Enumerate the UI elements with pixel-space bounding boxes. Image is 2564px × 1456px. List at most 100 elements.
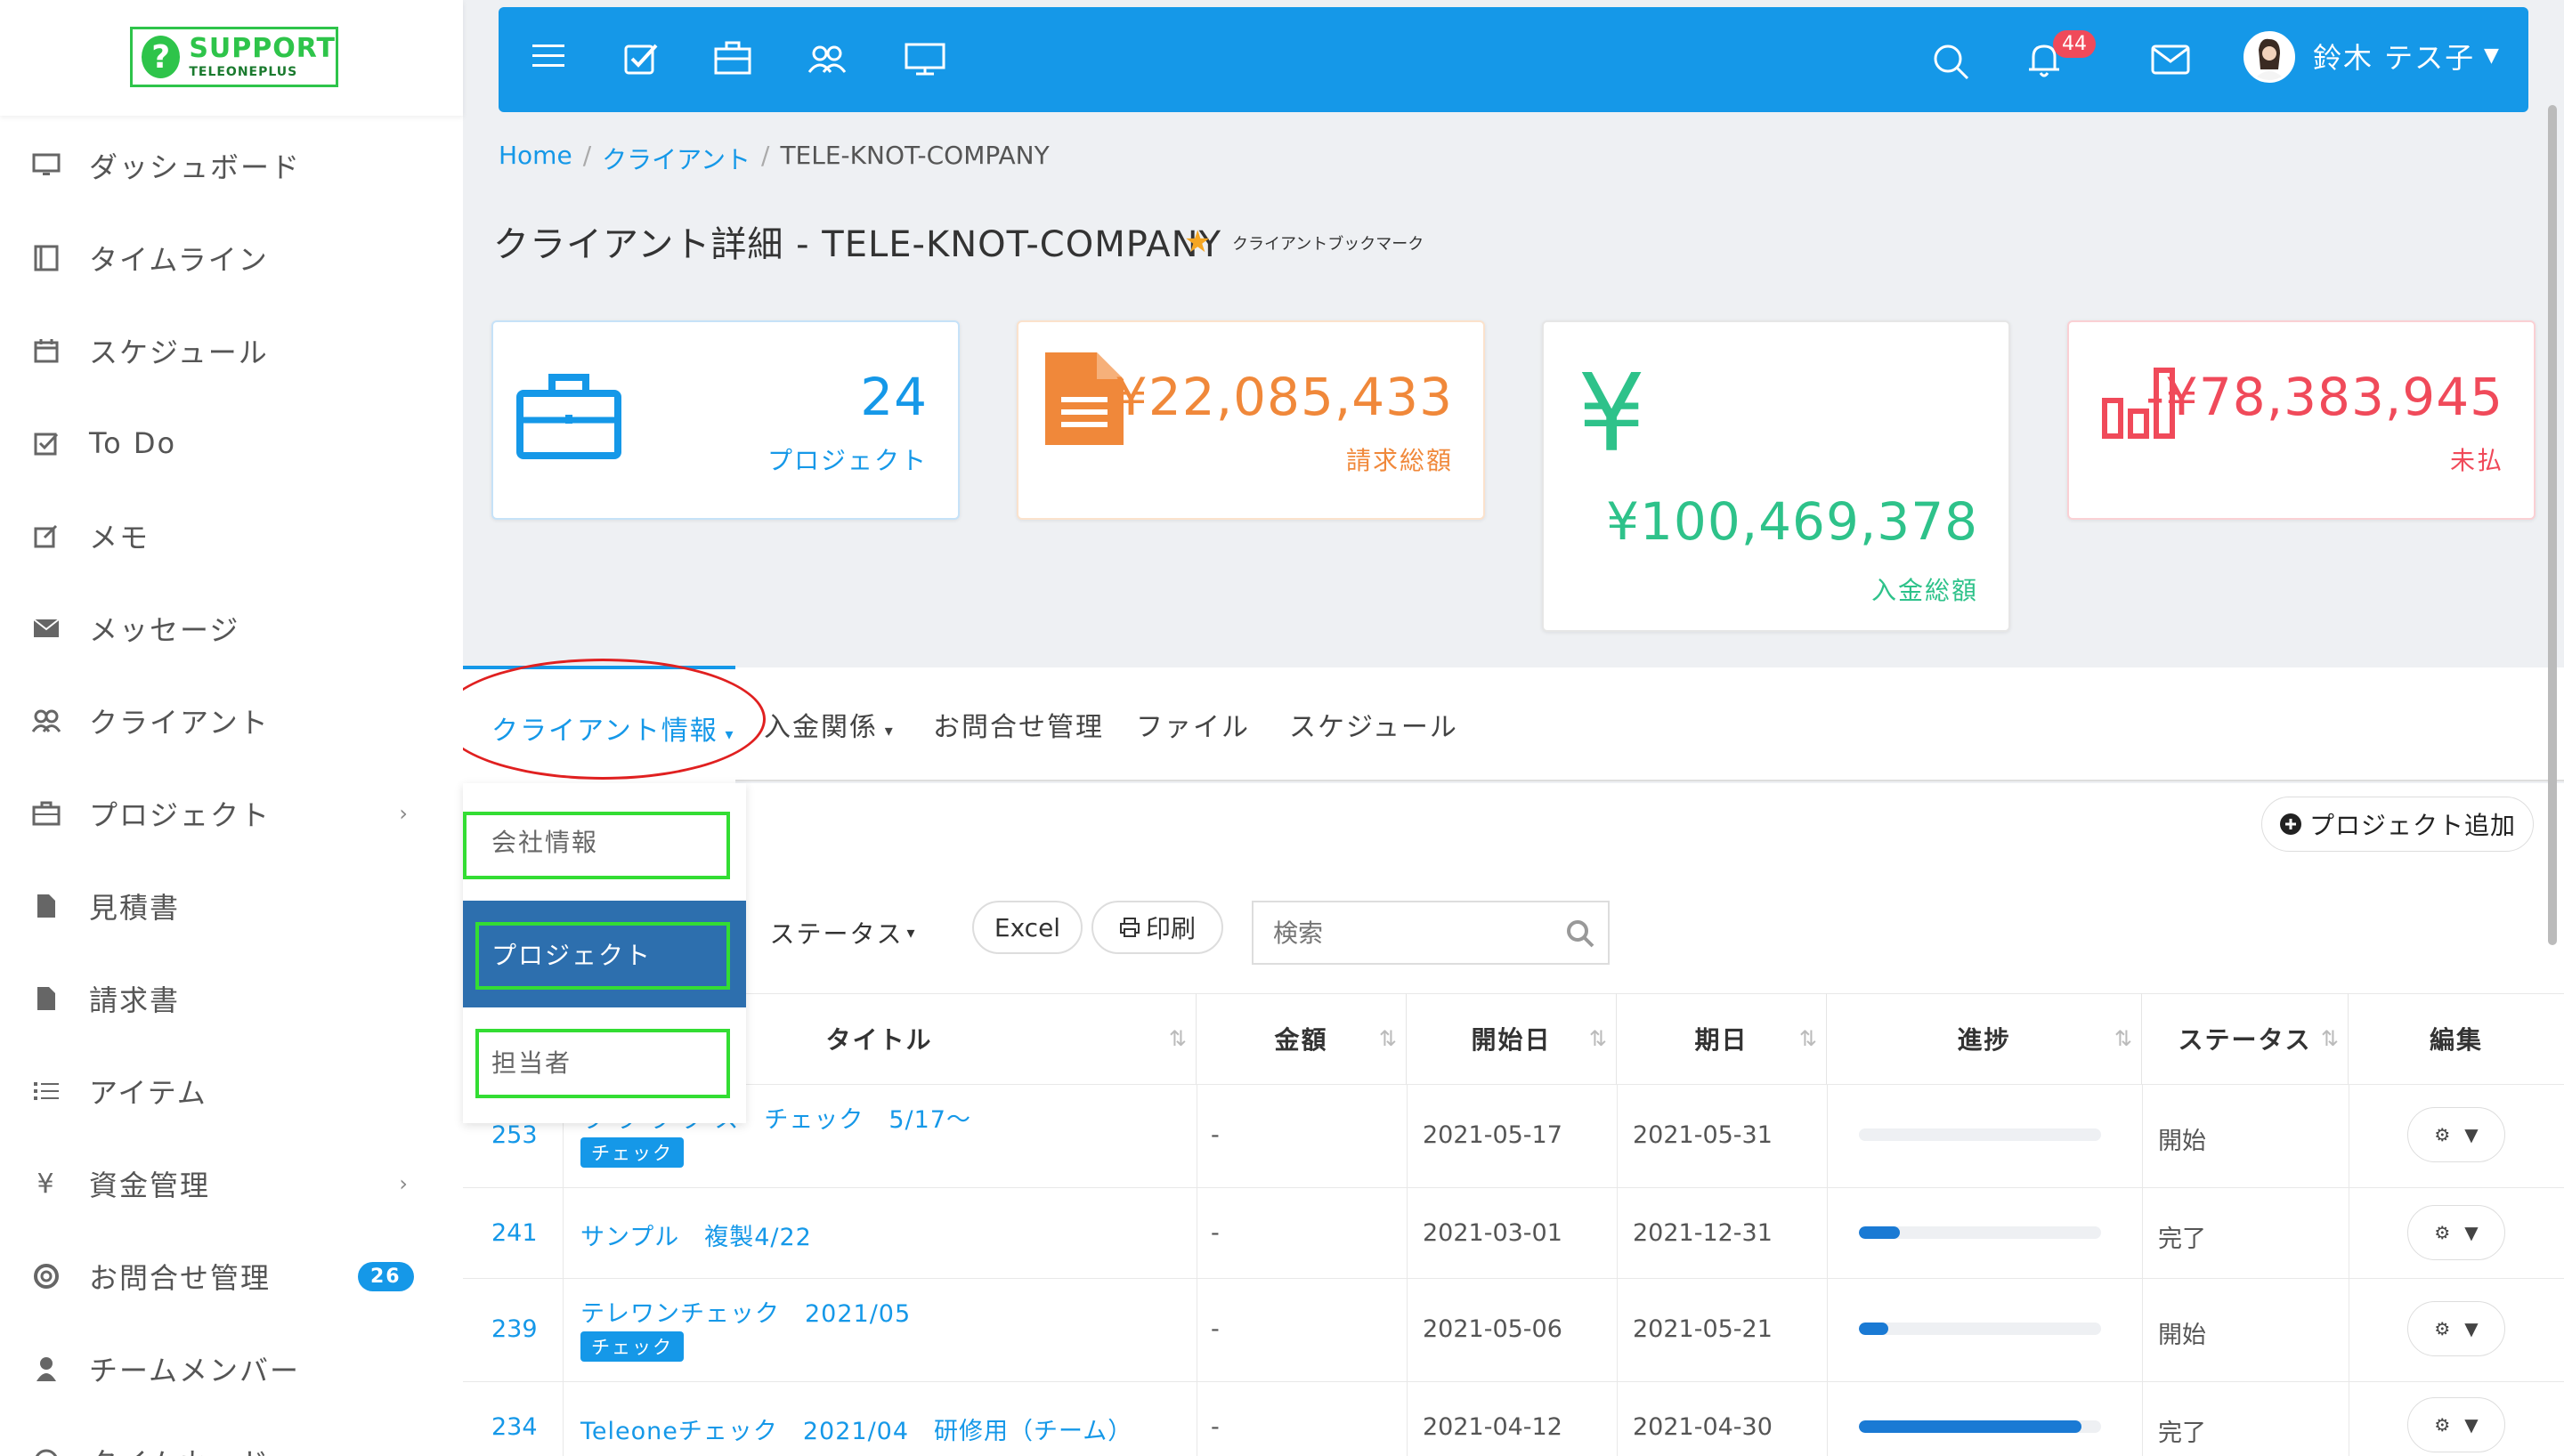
breadcrumb-client[interactable]: クライアント bbox=[602, 141, 751, 176]
sidebar-item-timecard[interactable]: タイムカード bbox=[0, 1435, 463, 1456]
file-text-icon bbox=[1045, 352, 1124, 445]
column-header-label: 金額 bbox=[1274, 1025, 1328, 1055]
row-actions-button[interactable]: ⚙ ▼ bbox=[2407, 1107, 2505, 1162]
envelope-icon bbox=[30, 612, 62, 644]
caret-down-icon: ▼ bbox=[2464, 1124, 2479, 1145]
start-date-cell: 2021-04-12 bbox=[1423, 1413, 1562, 1441]
sort-icon: ⇅ bbox=[2320, 1026, 2341, 1051]
amount-cell: - bbox=[1211, 1315, 1220, 1343]
tab-schedule[interactable]: スケジュール bbox=[1289, 705, 1458, 744]
column-header-label: 編集 bbox=[2429, 1025, 2483, 1055]
project-title-link[interactable]: テレワンチェック 2021/05 bbox=[580, 1294, 911, 1329]
sidebar-item-invoice[interactable]: 請求書 bbox=[0, 972, 463, 1025]
project-id-link[interactable]: 253 bbox=[491, 1121, 538, 1149]
question-icon: ? bbox=[142, 36, 181, 78]
tab-payments[interactable]: 入金関係 ▾ bbox=[764, 705, 895, 744]
column-header-progress[interactable]: 進捗 ⇅ bbox=[1827, 993, 2142, 1084]
project-count: 24 bbox=[860, 367, 928, 427]
briefcase-icon bbox=[30, 797, 62, 829]
sidebar-item-label: メッセージ bbox=[89, 613, 240, 647]
column-header-amount[interactable]: 金額 ⇅ bbox=[1197, 993, 1407, 1084]
project-title-link[interactable]: サンプル 複製4/22 bbox=[580, 1217, 812, 1252]
project-id-link[interactable]: 234 bbox=[491, 1413, 538, 1441]
hamburger-menu-icon[interactable] bbox=[531, 41, 568, 78]
caret-down-icon[interactable]: ▼ bbox=[2484, 44, 2499, 67]
column-header-due-date[interactable]: 期日 ⇅ bbox=[1617, 993, 1827, 1084]
top-navbar bbox=[499, 7, 2528, 112]
sort-icon: ⇅ bbox=[1378, 1026, 1399, 1051]
sidebar-item-schedule[interactable]: スケジュール bbox=[0, 324, 463, 377]
bookmark-label[interactable]: クライアントブックマーク bbox=[1232, 231, 1424, 255]
envelope-icon[interactable] bbox=[2151, 44, 2190, 82]
tab-files[interactable]: ファイル bbox=[1136, 705, 1250, 744]
sidebar-item-label: アイテム bbox=[89, 1076, 207, 1110]
sidebar-item-todo[interactable]: To Do bbox=[0, 417, 463, 470]
inquiry-count-badge: 26 bbox=[358, 1261, 414, 1291]
sidebar-item-label: チームメンバー bbox=[89, 1354, 301, 1387]
breadcrumb-home[interactable]: Home bbox=[499, 141, 572, 176]
sidebar-item-message[interactable]: メッセージ bbox=[0, 602, 463, 655]
users-icon[interactable] bbox=[807, 44, 847, 82]
status-filter-dropdown[interactable]: ステータス ▾ bbox=[748, 901, 937, 965]
search-input[interactable] bbox=[1273, 918, 1540, 948]
start-date-cell: 2021-05-06 bbox=[1423, 1315, 1562, 1343]
project-id-link[interactable]: 239 bbox=[491, 1315, 538, 1343]
caret-down-icon: ▾ bbox=[906, 923, 915, 942]
amount-cell: - bbox=[1211, 1413, 1220, 1441]
gear-icon: ⚙ bbox=[2434, 1318, 2451, 1339]
row-actions-button[interactable]: ⚙ ▼ bbox=[2407, 1205, 2505, 1260]
sidebar-item-label: メモ bbox=[89, 521, 150, 554]
calendar-icon bbox=[30, 335, 62, 367]
sidebar-item-client[interactable]: クライアント bbox=[0, 694, 463, 748]
row-actions-button[interactable]: ⚙ ▼ bbox=[2407, 1301, 2505, 1356]
project-id-link[interactable]: 241 bbox=[491, 1219, 538, 1247]
breadcrumb-current: TELE-KNOT-COMPANY bbox=[780, 141, 1050, 170]
search-field[interactable] bbox=[1252, 901, 1610, 965]
sidebar-item-team[interactable]: チームメンバー bbox=[0, 1342, 463, 1395]
clock-icon bbox=[30, 1445, 62, 1456]
sidebar-item-label: タイムライン bbox=[89, 243, 269, 277]
user-name[interactable]: 鈴木 テス子 bbox=[2313, 36, 2475, 77]
sidebar-item-finance[interactable]: ¥ 資金管理 › bbox=[0, 1157, 463, 1210]
breadcrumb: Home / クライアント / TELE-KNOT-COMPANY bbox=[499, 141, 1050, 176]
received-total-label: 入金総額 bbox=[1870, 576, 1978, 605]
highlight-box bbox=[475, 922, 730, 990]
print-button[interactable]: 印刷 bbox=[1091, 901, 1223, 954]
sidebar-item-memo[interactable]: メモ bbox=[0, 509, 463, 562]
column-header-label: ステータス bbox=[2178, 1025, 2312, 1055]
sidebar-item-label: お問合せ管理 bbox=[89, 1261, 272, 1295]
start-date-cell: 2021-05-17 bbox=[1423, 1121, 1562, 1149]
project-title-link[interactable]: Teleoneチェック 2021/04 研修用（チーム） bbox=[580, 1412, 1132, 1446]
sidebar-item-items[interactable]: アイテム bbox=[0, 1064, 463, 1118]
progress-fill bbox=[1859, 1420, 2082, 1433]
column-header-start-date[interactable]: 開始日 ⇅ bbox=[1407, 993, 1617, 1084]
add-project-button[interactable]: プロジェクト追加 bbox=[2261, 797, 2534, 852]
timeline-icon bbox=[30, 242, 62, 274]
column-header-status[interactable]: ステータス ⇅ bbox=[2142, 993, 2349, 1084]
row-actions-button[interactable]: ⚙ ▼ bbox=[2407, 1397, 2505, 1452]
tab-inquiries[interactable]: お問合せ管理 bbox=[933, 705, 1104, 744]
due-date-cell: 2021-04-30 bbox=[1633, 1413, 1773, 1441]
search-icon[interactable] bbox=[1932, 43, 1969, 80]
chevron-right-icon: › bbox=[399, 1171, 410, 1196]
avatar[interactable] bbox=[2244, 31, 2295, 83]
column-header-label: 期日 bbox=[1694, 1025, 1749, 1055]
sidebar-item-estimate[interactable]: 見積書 bbox=[0, 879, 463, 933]
logo[interactable]: ? SUPPORT TELEONEPLUS bbox=[130, 27, 338, 87]
sidebar-item-label: タイムカード bbox=[89, 1441, 270, 1456]
project-tag: チェック bbox=[580, 1137, 684, 1168]
gear-icon: ⚙ bbox=[2434, 1414, 2451, 1436]
sidebar-item-dashboard[interactable]: ダッシュボード bbox=[0, 139, 463, 192]
monitor-icon[interactable] bbox=[905, 43, 945, 80]
excel-button[interactable]: Excel bbox=[972, 901, 1083, 954]
briefcase-icon[interactable] bbox=[714, 41, 751, 78]
sidebar-item-project[interactable]: プロジェクト › bbox=[0, 787, 463, 840]
scrollbar[interactable] bbox=[2548, 105, 2557, 945]
sidebar-item-timeline[interactable]: タイムライン bbox=[0, 231, 463, 285]
sidebar-item-inquiry[interactable]: お問合せ管理 26 bbox=[0, 1250, 463, 1303]
star-icon[interactable]: ★ bbox=[1184, 224, 1211, 260]
sort-icon: ⇅ bbox=[1168, 1026, 1189, 1051]
briefcase-icon bbox=[516, 374, 621, 459]
unpaid-total: -¥78,383,945 bbox=[2146, 367, 2503, 427]
todo-check-icon[interactable] bbox=[623, 41, 661, 78]
